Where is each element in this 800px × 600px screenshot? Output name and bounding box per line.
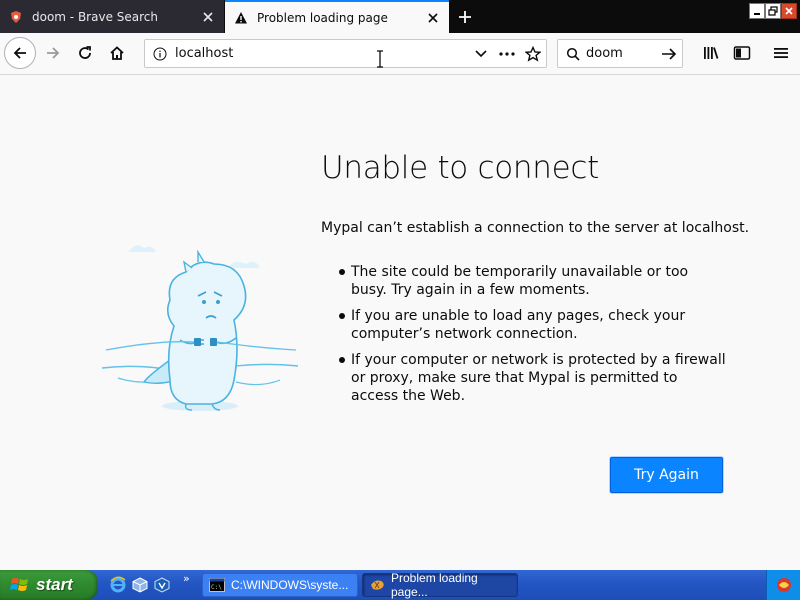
restore-button[interactable] [765, 3, 781, 19]
url-text[interactable]: localhost [175, 46, 468, 61]
sidebar-icon [733, 46, 751, 60]
virtualbox-icon[interactable] [152, 575, 172, 595]
page-actions-icon[interactable] [494, 41, 520, 67]
mypal-icon [369, 577, 385, 593]
bookmark-star-icon[interactable] [520, 41, 546, 67]
navigation-toolbar: localhost doom [0, 33, 800, 75]
search-bar[interactable]: doom [557, 39, 683, 68]
search-icon [564, 45, 582, 63]
start-label: start [36, 575, 73, 594]
error-description: Mypal can’t establish a connection to th… [321, 220, 750, 236]
home-icon [110, 46, 124, 60]
search-input[interactable]: doom [586, 46, 656, 61]
list-item: If you are unable to load any pages, che… [336, 307, 726, 343]
internet-explorer-icon[interactable] [108, 575, 128, 595]
dropdown-icon[interactable] [468, 41, 494, 67]
list-item: If your computer or network is protected… [336, 351, 726, 405]
tab-strip: doom - Brave Search Problem loading page [0, 0, 800, 33]
forward-arrow-icon [47, 47, 60, 59]
library-button[interactable] [697, 39, 725, 67]
library-icon [704, 47, 719, 59]
menu-button[interactable] [767, 39, 795, 67]
close-icon [785, 7, 793, 15]
sad-dinosaur-illustration [101, 245, 299, 411]
back-arrow-icon [13, 47, 26, 59]
reload-button[interactable] [70, 38, 100, 68]
svg-text:C:\: C:\ [211, 584, 222, 591]
try-again-button[interactable]: Try Again [610, 457, 723, 493]
new-tab-button[interactable] [452, 4, 478, 30]
reload-icon [79, 46, 91, 59]
tab-brave-search[interactable]: doom - Brave Search [0, 0, 224, 33]
taskbar: start » C:\ C:\WINDOWS\syste... Problem … [0, 570, 800, 600]
tray-app-icon[interactable] [775, 576, 793, 594]
tab-label: doom - Brave Search [32, 9, 158, 24]
sidebar-button[interactable] [728, 39, 756, 67]
quicklaunch-chevron-icon[interactable]: » [183, 572, 190, 585]
windows-flag-icon [10, 578, 28, 591]
tab-problem-loading[interactable]: Problem loading page [225, 0, 449, 33]
hamburger-icon [774, 48, 788, 58]
task-label: C:\WINDOWS\syste... [231, 578, 349, 592]
cube-app-icon[interactable] [130, 575, 150, 595]
start-button[interactable]: start [0, 570, 98, 600]
taskbar-button-mypal[interactable]: Problem loading page... [362, 571, 518, 599]
url-bar[interactable]: localhost [144, 39, 547, 68]
home-button[interactable] [102, 38, 132, 68]
system-tray [766, 570, 800, 600]
text-cursor-icon [377, 50, 383, 68]
info-icon[interactable] [151, 45, 169, 63]
close-tab-icon[interactable] [198, 7, 218, 27]
close-window-button[interactable] [781, 3, 797, 19]
taskbar-button-cmd[interactable]: C:\ C:\WINDOWS\syste... [202, 573, 358, 597]
plus-icon [459, 11, 471, 23]
back-button[interactable] [4, 37, 36, 69]
minimize-button[interactable] [749, 3, 765, 19]
list-item: The site could be temporarily unavailabl… [336, 263, 726, 299]
forward-button[interactable] [38, 38, 68, 68]
restore-icon [768, 6, 778, 16]
minimize-icon [754, 13, 760, 15]
close-tab-icon[interactable] [423, 8, 443, 28]
cmd-icon: C:\ [209, 577, 225, 593]
tab-label: Problem loading page [257, 10, 388, 25]
brave-lion-icon [8, 9, 24, 25]
task-label: Problem loading page... [391, 571, 478, 599]
search-go-icon[interactable] [656, 41, 682, 67]
error-title: Unable to connect [321, 150, 600, 186]
warning-icon [233, 10, 249, 26]
error-suggestions: The site could be temporarily unavailabl… [336, 263, 726, 413]
error-page: Unable to connect Mypal can’t establish … [0, 75, 800, 570]
